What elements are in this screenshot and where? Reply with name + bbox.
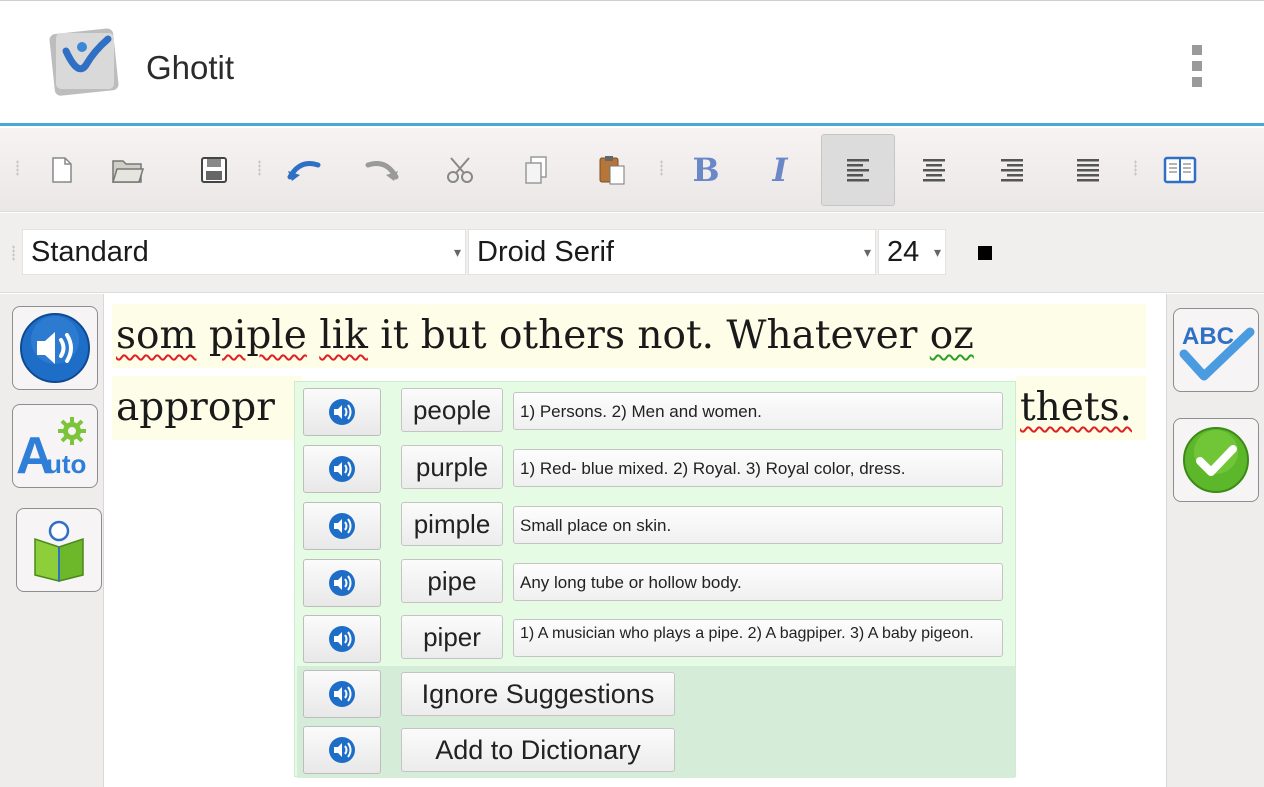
right-tool-panel: ABC	[1166, 294, 1264, 787]
suggestion-definition: Small place on skin.	[513, 506, 1003, 544]
abc-spellcheck-icon: ABC	[1179, 323, 1255, 381]
speaker-icon	[329, 399, 355, 425]
speak-action-button[interactable]	[303, 726, 381, 774]
new-document-icon[interactable]	[26, 134, 98, 206]
speaker-icon	[329, 570, 355, 596]
text-color-swatch[interactable]	[978, 246, 992, 260]
paragraph-style-select[interactable]: Standard ▾	[22, 229, 466, 275]
speak-suggestion-button[interactable]	[303, 445, 381, 493]
editor-line-2-start[interactable]: appropr	[112, 376, 302, 440]
font-family-select[interactable]: Droid Serif ▾	[468, 229, 876, 275]
toolbar-separator	[258, 160, 261, 176]
bold-glyph: B	[692, 151, 720, 189]
checkmark-icon	[1183, 427, 1249, 493]
suggestion-definition: Any long tube or hollow body.	[513, 563, 1003, 601]
suggestion-row[interactable]: pimple Small place on skin.	[297, 498, 1015, 554]
app-title: Ghotit	[146, 49, 235, 86]
speak-action-button[interactable]	[303, 670, 381, 718]
copy-icon[interactable]	[500, 134, 572, 206]
editor-text: it but others not. Whatever	[367, 313, 930, 358]
suggestion-word-button[interactable]: purple	[401, 445, 503, 489]
suggestion-word-button[interactable]: pimple	[401, 502, 503, 546]
format-bar: Standard ▾ Droid Serif ▾ 24 ▾	[0, 213, 1264, 293]
reader-button[interactable]	[16, 508, 102, 592]
speak-suggestion-button[interactable]	[303, 559, 381, 607]
speaker-icon	[329, 456, 355, 482]
auto-correct-button[interactable]: A uto	[12, 404, 98, 488]
align-center-icon[interactable]	[898, 134, 970, 206]
editor-text	[196, 313, 208, 358]
speaker-icon	[329, 681, 355, 707]
editor-text	[307, 313, 319, 358]
add-to-dictionary-button[interactable]: Add to Dictionary	[401, 728, 675, 772]
font-size-value: 24	[887, 236, 920, 268]
suggestion-definition: 1) Persons. 2) Men and women.	[513, 392, 1003, 430]
speaker-icon	[20, 313, 90, 383]
misspelled-word[interactable]: lik	[319, 313, 368, 358]
italic-icon[interactable]: I	[744, 134, 816, 206]
italic-glyph: I	[772, 151, 788, 189]
suggestion-row[interactable]: people 1) Persons. 2) Men and women.	[297, 384, 1015, 440]
confirm-button[interactable]	[1173, 418, 1259, 502]
add-to-dictionary-row[interactable]: Add to Dictionary	[297, 722, 1015, 778]
reader-book-icon	[34, 520, 84, 582]
suggestion-word-button[interactable]: pipe	[401, 559, 503, 603]
font-family-value: Droid Serif	[477, 236, 614, 268]
speaker-icon	[329, 737, 355, 763]
dictionary-book-icon[interactable]	[1144, 134, 1216, 206]
font-size-select[interactable]: 24 ▾	[878, 229, 946, 275]
svg-text:uto: uto	[46, 449, 86, 479]
chevron-down-icon: ▾	[933, 244, 941, 260]
format-separator	[12, 245, 15, 261]
suggestion-word-button[interactable]: piper	[401, 615, 503, 659]
toolbar-separator	[660, 160, 663, 176]
misspelled-word[interactable]: som	[116, 313, 196, 358]
grammar-flagged-word[interactable]: oz	[930, 313, 974, 358]
abc-label: ABC	[1182, 323, 1234, 350]
ignore-suggestions-button[interactable]: Ignore Suggestions	[401, 672, 675, 716]
suggestion-row[interactable]: piper 1) A musician who plays a pipe. 2)…	[297, 611, 1015, 667]
open-folder-icon[interactable]	[92, 134, 164, 206]
left-tool-panel: A uto	[0, 294, 104, 787]
speaker-icon	[329, 513, 355, 539]
editor-line-2-end[interactable]: thets.	[1016, 376, 1146, 440]
chevron-down-icon: ▾	[863, 244, 871, 260]
speaker-icon	[329, 626, 355, 652]
misspelled-word[interactable]: thets.	[1020, 385, 1132, 430]
suggestion-definition: 1) A musician who plays a pipe. 2) A bag…	[513, 619, 1003, 657]
redo-icon[interactable]	[346, 134, 418, 206]
align-right-icon[interactable]	[976, 134, 1048, 206]
action-bar: Ghotit	[0, 0, 1264, 126]
justify-icon[interactable]	[1052, 134, 1124, 206]
toolbar-separator	[1134, 160, 1137, 176]
speak-suggestion-button[interactable]	[303, 388, 381, 436]
bold-icon[interactable]: B	[670, 134, 742, 206]
spell-check-button[interactable]: ABC	[1173, 308, 1259, 392]
ignore-suggestions-row[interactable]: Ignore Suggestions	[297, 666, 1015, 722]
suggestion-definition: 1) Red- blue mixed. 2) Royal. 3) Royal c…	[513, 449, 1003, 487]
speak-suggestion-button[interactable]	[303, 502, 381, 550]
misspelled-word[interactable]: piple	[209, 313, 307, 358]
auto-correct-icon: A uto	[16, 417, 86, 481]
spelling-suggestions-popup: people 1) Persons. 2) Men and women. pur…	[294, 381, 1016, 778]
cut-icon[interactable]	[424, 134, 496, 206]
editing-toolbar: B I	[0, 128, 1264, 212]
speak-button[interactable]	[12, 306, 98, 390]
speak-suggestion-button[interactable]	[303, 615, 381, 663]
toolbar-separator	[16, 160, 19, 176]
suggestion-word-button[interactable]: people	[401, 388, 503, 432]
suggestion-row[interactable]: purple 1) Red- blue mixed. 2) Royal. 3) …	[297, 441, 1015, 497]
align-left-icon[interactable]	[821, 134, 895, 206]
suggestion-row[interactable]: pipe Any long tube or hollow body.	[297, 555, 1015, 611]
editor-line-1[interactable]: som piple lik it but others not. Whateve…	[112, 304, 1146, 368]
paste-icon[interactable]	[576, 134, 648, 206]
ghotit-logo-icon	[48, 25, 122, 97]
paragraph-style-value: Standard	[31, 236, 149, 268]
chevron-down-icon: ▾	[453, 244, 461, 260]
overflow-menu-icon[interactable]	[1186, 45, 1208, 93]
save-icon[interactable]	[178, 134, 250, 206]
editor-text: appropr	[116, 385, 275, 430]
undo-icon[interactable]	[268, 134, 340, 206]
